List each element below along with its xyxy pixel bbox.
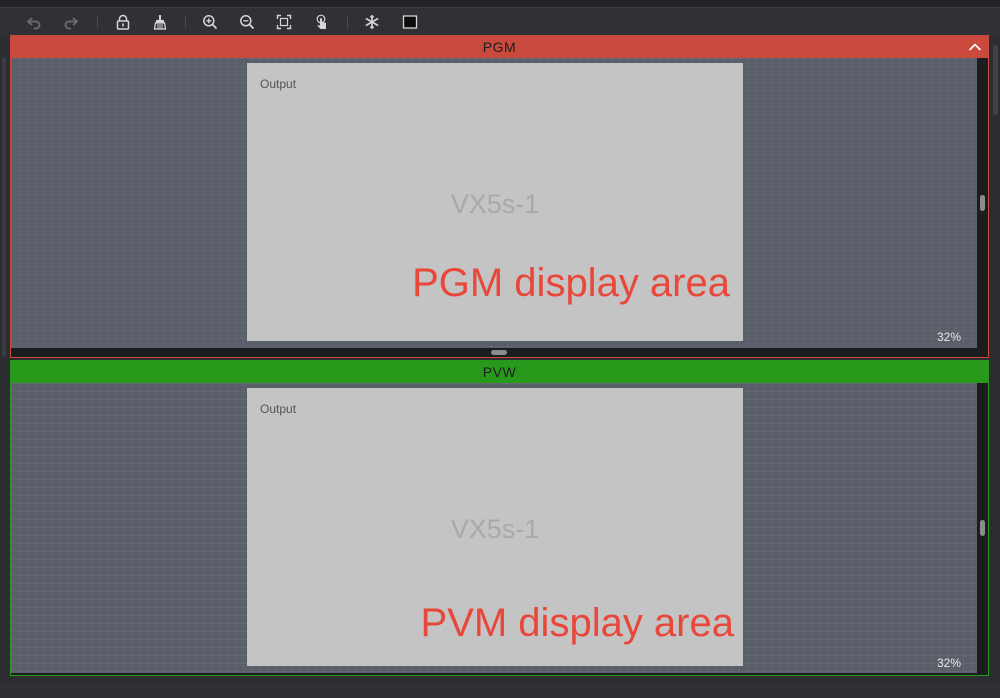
chevron-up-icon (968, 43, 982, 51)
freeze-icon (365, 15, 379, 29)
touch-icon (316, 14, 326, 29)
pvw-title: PVW (482, 364, 517, 380)
pgm-header: PGM (11, 36, 988, 58)
pgm-panel: PGM Output VX5s-1 PGM display area 32% (10, 35, 989, 358)
pgm-zoom-level: 32% (936, 330, 961, 344)
pvw-vertical-scrollbar[interactable] (977, 383, 988, 673)
freeze-button[interactable] (361, 11, 383, 33)
clear-button[interactable] (149, 11, 171, 33)
zoom-out-button[interactable] (236, 11, 258, 33)
pgm-canvas[interactable]: Output VX5s-1 PGM display area 32% (11, 58, 977, 348)
pgm-horizontal-scrollbar[interactable] (11, 348, 988, 357)
left-edge-strip (0, 35, 10, 675)
bottom-bar (0, 684, 1000, 698)
touch-button[interactable] (310, 11, 332, 33)
clear-brush-icon (153, 15, 167, 30)
pgm-vertical-scrollbar[interactable] (977, 58, 988, 348)
toolbar (0, 7, 1000, 36)
toolbar-separator (347, 16, 348, 28)
left-resize-grip[interactable] (2, 57, 6, 357)
scrollbar-thumb[interactable] (491, 675, 507, 676)
lock-icon (116, 14, 130, 30)
scrollbar-thumb[interactable] (491, 350, 507, 355)
right-edge-strip (990, 35, 1000, 675)
pgm-area-annotation: PGM display area (412, 261, 730, 305)
pvw-horizontal-scrollbar[interactable] (11, 673, 988, 676)
fit-screen-button[interactable] (273, 11, 295, 33)
pvw-area-annotation: PVM display area (420, 601, 734, 645)
pvw-canvas[interactable]: Output VX5s-1 PVM display area 32% (11, 383, 977, 673)
window-top-edge (0, 0, 1000, 7)
screen-name: VX5s-1 (450, 189, 540, 219)
pvw-zoom-level: 32% (936, 656, 961, 670)
toolbar-separator (185, 16, 186, 28)
undo-icon (26, 17, 41, 30)
pvw-header: PVW (11, 361, 988, 383)
right-resize-grip[interactable] (993, 45, 998, 115)
zoom-in-button[interactable] (199, 11, 221, 33)
redo-icon (64, 17, 79, 30)
lock-button[interactable] (112, 11, 134, 33)
pgm-title: PGM (482, 39, 517, 55)
output-label: Output (260, 402, 297, 416)
scrollbar-thumb[interactable] (980, 520, 985, 536)
collapse-button[interactable] (966, 38, 984, 56)
redo-button[interactable] (60, 11, 82, 33)
toolbar-separator (97, 16, 98, 28)
undo-button[interactable] (23, 11, 45, 33)
zoom-in-icon (203, 15, 218, 30)
scrollbar-thumb[interactable] (980, 195, 985, 211)
pvw-panel: PVW Output VX5s-1 PVM display area 32% (10, 360, 989, 676)
black-screen-icon (402, 15, 418, 29)
output-label: Output (260, 77, 297, 91)
fit-screen-icon (276, 14, 292, 30)
black-screen-button[interactable] (399, 11, 421, 33)
screen-name: VX5s-1 (450, 514, 540, 544)
zoom-out-icon (240, 15, 255, 30)
